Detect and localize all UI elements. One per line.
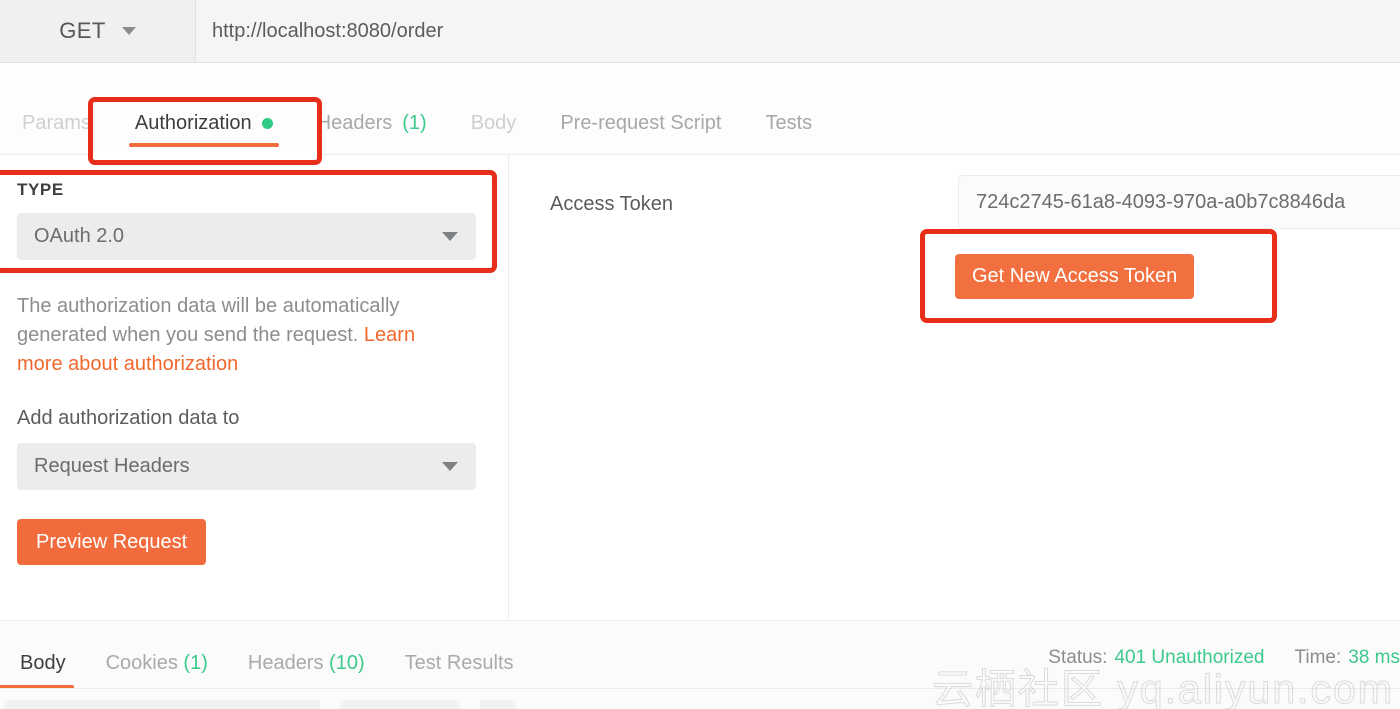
http-method-selector[interactable]: GET	[0, 0, 196, 63]
tab-headers-label: Headers	[316, 112, 393, 134]
status-label: Status:	[1048, 647, 1108, 668]
request-tab-bar: Params Authorization Headers (1) Body Pr…	[0, 63, 1400, 155]
authorization-content: TYPE OAuth 2.0 The authorization data wi…	[0, 155, 1400, 620]
response-tab-headers-count: (10)	[329, 652, 365, 674]
chevron-down-icon	[442, 232, 458, 241]
tab-tests[interactable]: Tests	[743, 112, 834, 155]
status-value: 401 Unauthorized	[1114, 647, 1265, 668]
response-divider	[0, 688, 1400, 689]
chevron-down-icon	[121, 27, 136, 35]
response-tab-row: Body Cookies (1) Headers (10) Test Resul…	[0, 625, 534, 691]
response-tab-cookies-count: (1)	[183, 652, 208, 674]
tab-params-label: Params	[22, 112, 91, 134]
add-auth-data-label: Add authorization data to	[17, 407, 240, 429]
bottom-toolbar-stub	[480, 700, 516, 709]
response-bar: Body Cookies (1) Headers (10) Test Resul…	[0, 620, 1400, 709]
tab-authorization[interactable]: Authorization	[113, 112, 295, 155]
tab-authorization-label: Authorization	[134, 112, 252, 134]
response-tab-body[interactable]: Body	[0, 652, 86, 691]
request-url-bar: GET http://localhost:8080/order	[0, 0, 1400, 63]
response-tab-cookies[interactable]: Cookies (1)	[86, 652, 228, 691]
bottom-toolbar-stub	[340, 700, 460, 709]
auth-helper-text: The authorization data will be automatic…	[17, 292, 449, 379]
auth-type-select[interactable]: OAuth 2.0	[17, 213, 476, 260]
auth-helper-sentence: The authorization data will be automatic…	[17, 295, 400, 346]
active-tab-underline	[128, 143, 279, 147]
http-method-label: GET	[59, 18, 106, 43]
tab-body[interactable]: Body	[449, 112, 539, 155]
status-badge: Status: 401 Unauthorized	[1048, 647, 1264, 669]
request-tab-row: Params Authorization Headers (1) Body Pr…	[0, 91, 834, 155]
auth-config-pane: TYPE OAuth 2.0 The authorization data wi…	[0, 155, 508, 620]
chevron-down-icon	[442, 462, 458, 471]
tab-pre-request-script[interactable]: Pre-request Script	[538, 112, 743, 155]
bottom-toolbar-stub	[4, 700, 320, 709]
token-pane: Access Token 724c2745-61a8-4093-970a-a0b…	[509, 155, 1400, 620]
tab-params[interactable]: Params	[0, 112, 113, 155]
response-tab-body-label: Body	[20, 652, 66, 674]
add-auth-data-value: Request Headers	[34, 455, 190, 477]
auth-type-value: OAuth 2.0	[34, 225, 125, 247]
request-url-text: http://localhost:8080/order	[212, 19, 444, 42]
tab-pre-request-script-label: Pre-request Script	[560, 112, 722, 134]
response-tab-headers[interactable]: Headers (10)	[228, 652, 385, 691]
response-meta: Status: 401 Unauthorized Time: 38 ms	[1048, 647, 1400, 669]
time-badge: Time: 38 ms	[1294, 647, 1400, 669]
tab-headers-count: (1)	[402, 112, 427, 134]
response-tab-test-results[interactable]: Test Results	[385, 652, 534, 691]
preview-request-button[interactable]: Preview Request	[17, 519, 207, 565]
type-label: TYPE	[17, 180, 64, 199]
get-new-access-token-button[interactable]: Get New Access Token	[955, 254, 1195, 299]
time-label: Time:	[1294, 647, 1342, 668]
response-tab-headers-label: Headers	[247, 652, 324, 674]
access-token-label: Access Token	[550, 193, 674, 215]
response-tab-cookies-label: Cookies	[105, 652, 178, 674]
auth-active-dot-icon	[261, 118, 273, 129]
postman-request-screen: GET http://localhost:8080/order Params A…	[0, 0, 1400, 709]
highlight-mask	[93, 150, 317, 162]
access-token-input[interactable]: 724c2745-61a8-4093-970a-a0b7c8846da	[958, 175, 1400, 229]
time-value: 38 ms	[1348, 647, 1400, 668]
tab-headers[interactable]: Headers (1)	[295, 112, 449, 155]
tab-body-label: Body	[470, 112, 517, 134]
response-tab-test-results-label: Test Results	[404, 652, 514, 674]
request-url-input[interactable]: http://localhost:8080/order	[196, 0, 1400, 63]
tab-tests-label: Tests	[765, 112, 813, 134]
add-auth-data-select[interactable]: Request Headers	[17, 443, 476, 490]
